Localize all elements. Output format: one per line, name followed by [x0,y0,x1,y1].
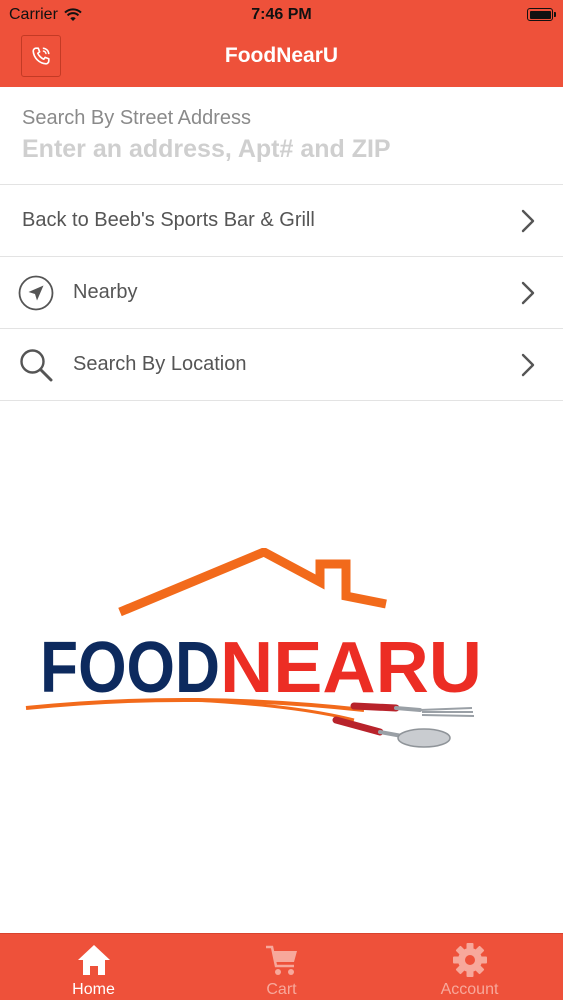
logo-text-food: FOOD [40,628,220,708]
search-label: Search By Street Address [22,107,252,129]
chevron-right-icon [521,353,535,377]
back-to-restaurant-row[interactable]: Back to Beeb's Sports Bar & Grill [0,185,563,257]
status-time: 7:46 PM [251,6,312,23]
location-arrow-icon [18,275,54,311]
header: Carrier 7:46 PM FoodNearU [0,0,563,87]
status-bar: Carrier 7:46 PM [0,0,563,30]
search-by-location-row[interactable]: Search By Location [0,329,563,401]
tab-home[interactable]: Home [0,934,187,1001]
cart-icon [265,945,297,975]
row-label: Back to Beeb's Sports Bar & Grill [22,209,315,231]
address-input[interactable] [22,132,542,166]
foodnearu-logo: FOOD NEARU [25,548,482,748]
home-icon [77,945,110,975]
search-icon [20,349,53,382]
row-label: Nearby [73,281,138,303]
tab-label: Cart [266,981,297,998]
tab-label: Account [440,981,499,998]
tab-bar: Home Cart Account [0,933,563,1000]
gear-icon [452,943,487,977]
chevron-right-icon [521,281,535,305]
search-section: Search By Street Address [0,87,563,185]
nearby-row[interactable]: Nearby [0,257,563,329]
row-label: Search By Location [73,353,247,375]
logo-text-nearu: NEARU [220,628,482,708]
tab-account[interactable]: Account [376,934,563,1001]
chevron-right-icon [521,209,535,233]
tab-label: Home [72,981,115,998]
page-title: FoodNearU [224,44,339,67]
nav-bar: FoodNearU [0,30,563,87]
tab-cart[interactable]: Cart [188,934,375,1001]
battery-icon [527,8,556,21]
